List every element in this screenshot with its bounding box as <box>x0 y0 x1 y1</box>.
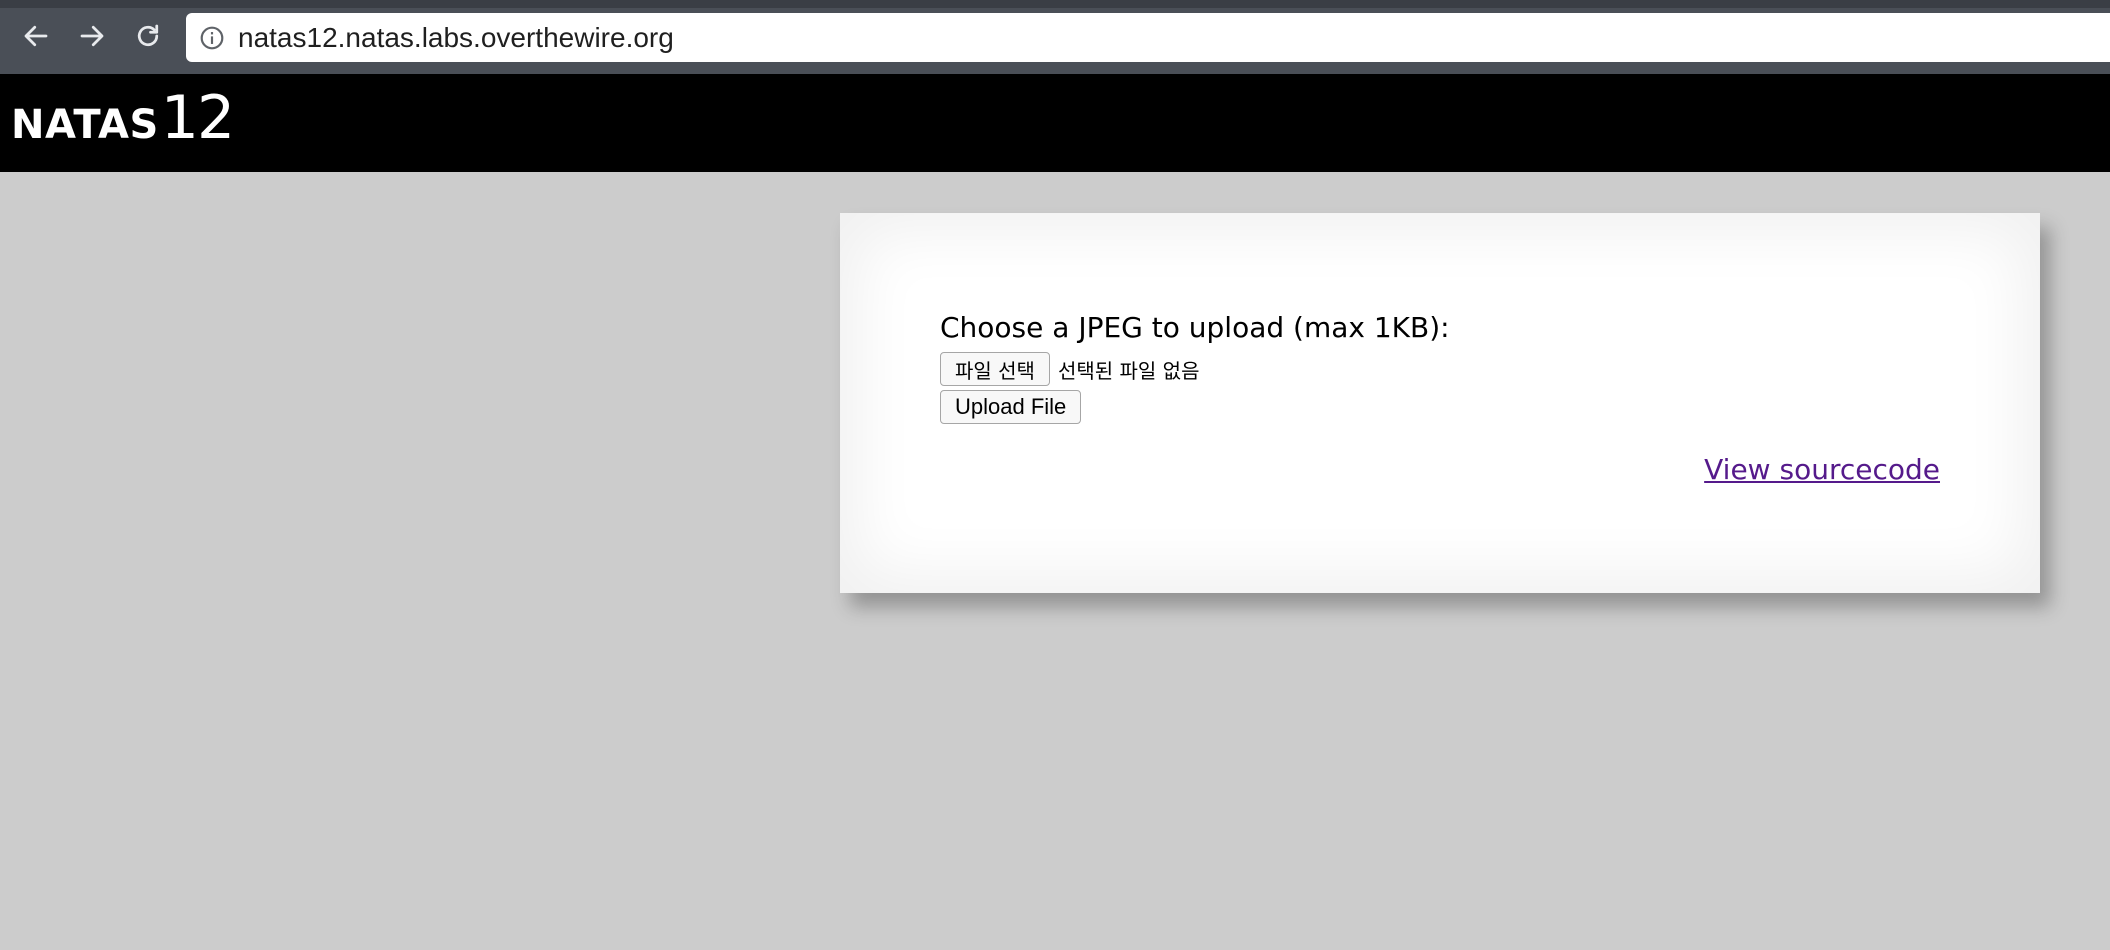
reload-icon <box>137 24 159 47</box>
site-logo: NATAS12 <box>11 88 235 148</box>
logo-name: NATAS <box>11 102 159 148</box>
info-icon[interactable] <box>198 24 226 52</box>
choose-file-button[interactable]: 파일 선택 <box>940 352 1050 386</box>
upload-label: Choose a JPEG to upload (max 1KB): <box>940 311 1450 344</box>
upload-file-button[interactable]: Upload File <box>940 390 1082 424</box>
arrow-left-icon <box>24 25 48 47</box>
arrow-right-icon <box>80 25 104 47</box>
reload-button[interactable] <box>126 14 170 58</box>
no-file-chosen-text: 선택된 파일 없음 <box>1057 358 1200 383</box>
forward-button[interactable] <box>70 14 114 58</box>
content-card: Choose a JPEG to upload (max 1KB): 파일 선택… <box>840 213 2040 593</box>
file-input[interactable]: 파일 선택 선택된 파일 없음 <box>940 352 1199 386</box>
back-button[interactable] <box>14 14 58 58</box>
view-sourcecode-link[interactable]: View sourcecode <box>1704 453 1940 486</box>
url-text[interactable]: natas12.natas.labs.overthewire.org <box>238 22 674 54</box>
site-header: NATAS12 <box>0 74 2110 172</box>
browser-tab-strip <box>0 0 2110 8</box>
browser-toolbar: natas12.natas.labs.overthewire.org <box>0 0 2110 74</box>
logo-level: 12 <box>160 83 235 153</box>
address-bar[interactable]: natas12.natas.labs.overthewire.org <box>186 13 2110 62</box>
